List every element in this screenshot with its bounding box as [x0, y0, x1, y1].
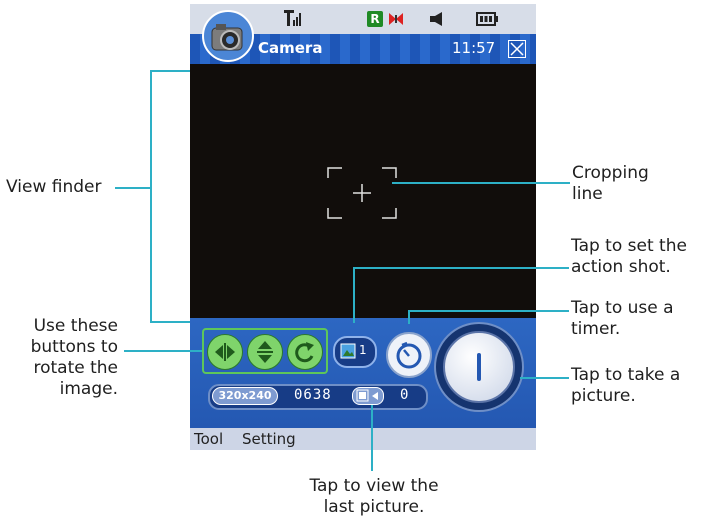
- camera-controls: 1 320x240 0638 0: [190, 318, 536, 428]
- last-picture-count: 0: [400, 387, 409, 403]
- view-finder-callout: [115, 187, 151, 189]
- view-finder[interactable]: [190, 64, 536, 318]
- cropping-line-callout: [392, 182, 570, 184]
- take-picture-label: Tap to take a picture.: [571, 365, 681, 406]
- view-finder-label: View finder: [6, 177, 102, 197]
- rotate-button-group: [202, 328, 328, 374]
- flip-horizontal-button[interactable]: [207, 334, 243, 370]
- shutter-icon: [477, 353, 481, 381]
- flip-horizontal-icon: [215, 343, 235, 361]
- rotate-button[interactable]: [287, 334, 323, 370]
- cropping-line: [327, 167, 397, 219]
- take-picture-callout: [520, 377, 569, 379]
- timer-button[interactable]: [386, 332, 432, 378]
- info-bar: 320x240 0638 0: [208, 384, 428, 410]
- rotate-icon: [295, 342, 314, 363]
- view-finder-bracket: [150, 70, 152, 322]
- timer-label: Tap to use a timer.: [571, 298, 674, 339]
- view-last-label: Tap to view the last picture.: [309, 476, 439, 517]
- speaker-icon: [430, 12, 442, 26]
- close-button[interactable]: [508, 40, 526, 58]
- last-picture-button[interactable]: [352, 387, 384, 405]
- view-finder-bracket-top: [150, 70, 190, 72]
- battery-icon: [476, 12, 498, 26]
- menu-bar: Tool Setting: [190, 428, 536, 450]
- menu-setting[interactable]: Setting: [242, 430, 296, 448]
- action-shot-callout-vertical: [353, 267, 355, 323]
- clock: 11:57: [452, 39, 496, 57]
- action-shot-label: Tap to set the action shot.: [571, 236, 687, 277]
- roaming-icon: R: [367, 11, 383, 27]
- action-shot-callout: [353, 267, 569, 269]
- action-shot-button[interactable]: 1: [333, 336, 377, 368]
- action-shot-count: 1: [359, 343, 367, 357]
- view-finder-bracket-bottom: [150, 321, 190, 323]
- last-picture-icon: [356, 389, 378, 402]
- timer-callout-vertical: [408, 310, 410, 324]
- app-title: Camera: [258, 39, 323, 57]
- shots-remaining: 0638: [294, 387, 332, 403]
- close-icon: [510, 42, 524, 56]
- shutter-button[interactable]: [443, 331, 515, 403]
- action-shot-icon: [340, 343, 356, 359]
- cropping-line-label: Cropping line: [572, 163, 649, 204]
- signal-icon: [284, 10, 301, 26]
- timer-callout: [408, 310, 569, 312]
- timer-icon: [396, 341, 422, 369]
- rotate-label: Use these buttons to rotate the image.: [30, 316, 118, 399]
- phone-screen: R Camera 11:57 1 320x240 0638 0 Tool Set…: [190, 4, 536, 450]
- rotate-callout: [124, 350, 202, 352]
- shutter-ring: [434, 322, 524, 412]
- menu-tool[interactable]: Tool: [194, 430, 223, 448]
- resolution-button[interactable]: 320x240: [212, 387, 278, 405]
- flip-vertical-icon: [257, 341, 273, 363]
- message-icon: [389, 13, 403, 25]
- camera-app-icon: [202, 10, 254, 62]
- flip-vertical-button[interactable]: [247, 334, 283, 370]
- view-last-callout: [371, 405, 373, 471]
